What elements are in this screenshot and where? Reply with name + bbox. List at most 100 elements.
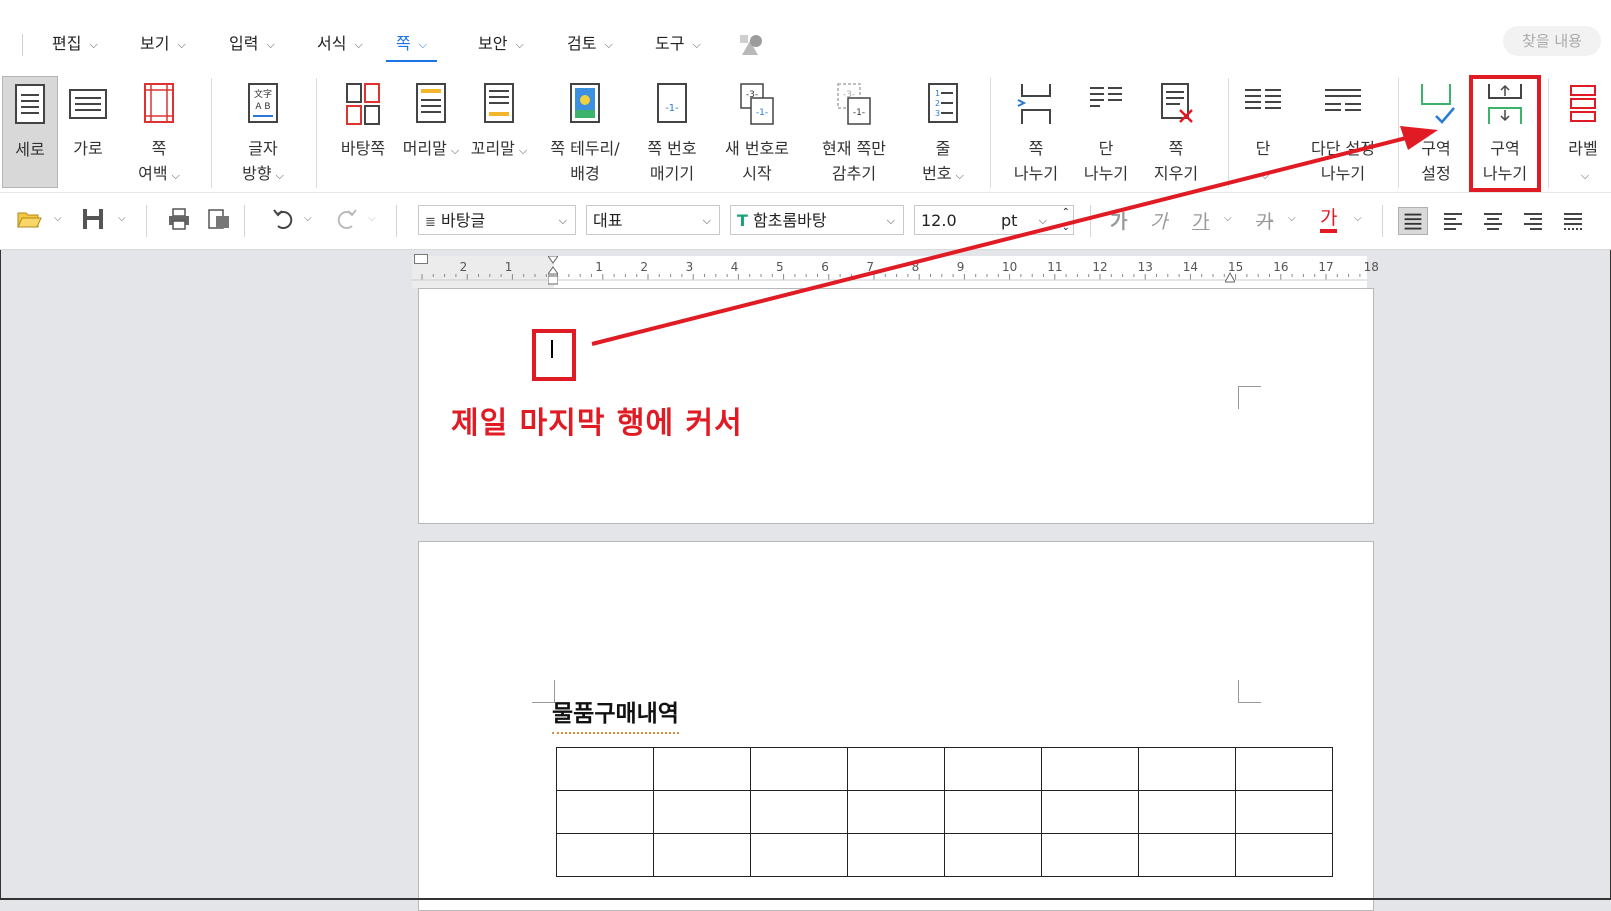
table-cell[interactable]: [847, 747, 945, 791]
ruler-number: 1: [504, 260, 513, 274]
table-cell[interactable]: [944, 833, 1042, 877]
chevron-down-icon[interactable]: ⌵: [54, 213, 62, 224]
table-cell[interactable]: [1041, 790, 1139, 834]
menu-view[interactable]: 보기 ⌵: [140, 30, 186, 60]
table-cell[interactable]: [847, 833, 945, 877]
table-cell[interactable]: [1235, 747, 1333, 791]
menu-review-label: 검토: [567, 34, 597, 53]
table-cell[interactable]: [556, 790, 654, 834]
page-border-label: 쪽 테두리/ 배경: [550, 139, 620, 183]
distribute-button[interactable]: [1558, 207, 1588, 235]
justify-button[interactable]: [1398, 207, 1428, 235]
chevron-down-icon[interactable]: ⌵: [368, 213, 376, 224]
hide-page-label: 현재 쪽만 감추기: [822, 139, 886, 183]
footer-button[interactable]: 꼬리말 ⌵: [468, 76, 530, 188]
table-cell[interactable]: [1041, 833, 1139, 877]
print-icon: [169, 208, 189, 230]
table-cell[interactable]: [556, 833, 654, 877]
shapes-icon[interactable]: [738, 33, 764, 57]
redo-button[interactable]: [334, 206, 360, 234]
align-right-button[interactable]: [1518, 207, 1548, 235]
undo-button[interactable]: [270, 206, 296, 234]
save-button[interactable]: [80, 206, 106, 234]
portrait-page-icon: [15, 84, 45, 124]
style-select[interactable]: ≣ 바탕글 ⌵: [418, 205, 576, 235]
purchase-table[interactable]: [556, 747, 1333, 877]
bold-button[interactable]: 가: [1110, 207, 1127, 234]
column-break-button[interactable]: 단 나누기: [1074, 76, 1138, 188]
language-select[interactable]: 대표 ⌵: [586, 205, 720, 235]
table-cell[interactable]: [750, 790, 848, 834]
menu-page-label: 쪽: [396, 34, 411, 53]
font-select[interactable]: T 함초롬바탕 ⌵: [730, 205, 904, 235]
hide-page-button[interactable]: -3- -1- 현재 쪽만 감추기: [806, 76, 902, 188]
table-cell[interactable]: [1235, 833, 1333, 877]
menu-edit[interactable]: 편집 ⌵: [52, 30, 98, 60]
svg-text:A B: A B: [255, 102, 270, 112]
right-indent-marker[interactable]: [1224, 268, 1236, 284]
columns-button[interactable]: 단 ⌵: [1236, 76, 1290, 188]
ruler-number: 6: [821, 260, 829, 274]
menu-format[interactable]: 서식 ⌵: [317, 30, 363, 60]
menu-security[interactable]: 보안 ⌵: [478, 30, 524, 60]
search-input[interactable]: 찾을 내용: [1503, 26, 1601, 56]
page-number-button[interactable]: -1- 쪽 번호 매기기: [636, 76, 708, 188]
table-cell[interactable]: [1138, 790, 1236, 834]
table-cell[interactable]: [1138, 833, 1236, 877]
footer-icon: [484, 83, 514, 123]
ribbon-separator: [316, 78, 317, 188]
table-cell[interactable]: [847, 790, 945, 834]
align-center-button[interactable]: [1478, 207, 1508, 235]
landscape-button[interactable]: 가로: [60, 76, 116, 188]
chevron-down-icon[interactable]: ⌵: [1288, 213, 1296, 224]
line-number-button[interactable]: 123 줄 번호 ⌵: [910, 76, 976, 188]
strikethrough-button[interactable]: 가: [1256, 207, 1273, 234]
table-cell[interactable]: [1235, 790, 1333, 834]
document-heading[interactable]: 물품구매내역: [552, 694, 679, 734]
spin-down-icon[interactable]: ⌄: [1062, 213, 1070, 243]
chevron-down-icon[interactable]: ⌵: [304, 213, 312, 224]
section-settings-button[interactable]: 구역 설정: [1406, 76, 1466, 188]
text-direction-button[interactable]: 文字 A B 글자 방향 ⌵: [228, 76, 298, 188]
open-button[interactable]: [16, 206, 42, 234]
style-value: 바탕글: [441, 211, 486, 230]
table-cell[interactable]: [944, 790, 1042, 834]
table-cell[interactable]: [750, 747, 848, 791]
delete-page-button[interactable]: 쪽 지우기: [1144, 76, 1208, 188]
menu-review[interactable]: 검토 ⌵: [567, 30, 613, 60]
page-corner-mark: [1238, 386, 1261, 409]
menu-page[interactable]: 쪽 ⌵: [386, 30, 438, 62]
table-cell[interactable]: [653, 790, 751, 834]
align-left-button[interactable]: [1438, 207, 1468, 235]
chevron-down-icon[interactable]: ⌵: [1224, 213, 1232, 224]
new-number-button[interactable]: -3- -1- 새 번호로 시작: [714, 76, 800, 188]
multi-column-break-button[interactable]: 다단 설정 나누기: [1296, 76, 1390, 188]
table-cell[interactable]: [653, 747, 751, 791]
chevron-down-icon[interactable]: ⌵: [118, 213, 126, 224]
menu-tools[interactable]: 도구 ⌵: [655, 30, 701, 60]
print-button[interactable]: [166, 206, 192, 234]
page-break-button[interactable]: 쪽 나누기: [1004, 76, 1068, 188]
table-cell[interactable]: [653, 833, 751, 877]
table-cell[interactable]: [556, 747, 654, 791]
font-size-input[interactable]: 12.0 pt ⌵ ⌃ ⌄: [914, 205, 1074, 235]
label-button[interactable]: 라벨 ⌵: [1556, 76, 1610, 188]
table-cell[interactable]: [750, 833, 848, 877]
indent-marker[interactable]: [547, 255, 559, 286]
print-preview-button[interactable]: [206, 206, 232, 234]
page-border-button[interactable]: 쪽 테두리/ 배경: [540, 76, 630, 188]
tab-selector[interactable]: [414, 254, 428, 264]
menu-insert[interactable]: 입력 ⌵: [229, 30, 275, 60]
italic-button[interactable]: 가: [1150, 207, 1167, 234]
chevron-down-icon[interactable]: ⌵: [1354, 213, 1362, 224]
master-page-button[interactable]: 바탕쪽: [332, 76, 394, 188]
table-cell[interactable]: [944, 747, 1042, 791]
table-cell[interactable]: [1138, 747, 1236, 791]
header-button[interactable]: 머리말 ⌵: [400, 76, 462, 188]
horizontal-ruler[interactable]: 2 1 1 2 3 4 5 6 7 8 9 10 11 12 13 14 15 16 17 18: [412, 254, 1379, 288]
table-cell[interactable]: [1041, 747, 1139, 791]
underline-button[interactable]: 가: [1192, 207, 1209, 234]
portrait-button[interactable]: 세로: [2, 76, 58, 188]
font-color-button[interactable]: 가: [1320, 207, 1338, 233]
page-margin-button[interactable]: 쪽 여백 ⌵: [126, 76, 192, 188]
